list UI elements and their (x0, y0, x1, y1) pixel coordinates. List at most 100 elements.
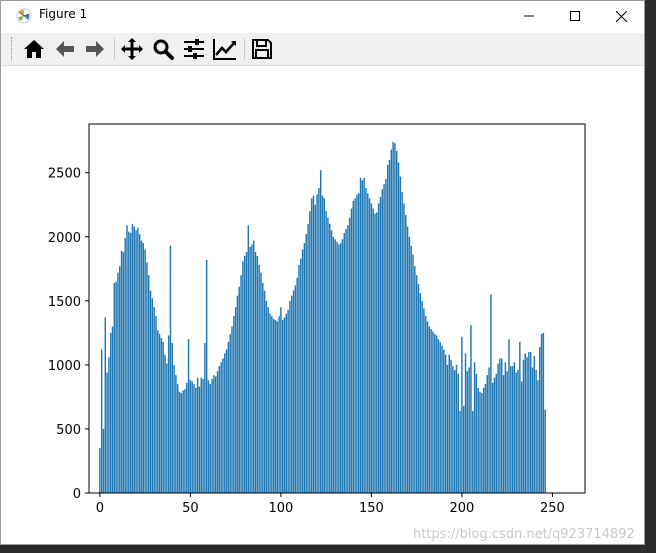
histogram-bar (517, 370, 519, 493)
histogram-bar (390, 149, 393, 494)
histogram-bar (520, 381, 523, 493)
histogram-bar (406, 226, 409, 493)
histogram-bar (493, 377, 496, 493)
forward-icon (86, 41, 104, 57)
histogram-bar (419, 293, 421, 494)
histogram-bar (128, 231, 130, 494)
histogram-bar (482, 387, 485, 493)
histogram-bar (435, 335, 438, 493)
histogram-bar (162, 341, 164, 493)
histogram-bar (370, 203, 373, 493)
histogram-bar (227, 341, 230, 493)
figure-canvas[interactable]: 0 50 100 150 200 250 0 500 1000 1500 2000 2500 (1, 66, 644, 544)
histogram-bar (510, 366, 512, 493)
histogram-bar (189, 380, 192, 493)
histogram-bar (242, 261, 244, 493)
edit-axis-button[interactable] (212, 36, 238, 62)
histogram-bar (437, 339, 440, 493)
histogram-bar (434, 334, 436, 494)
histogram-bar (466, 371, 469, 493)
histogram-bar (108, 357, 110, 493)
histogram-bar (329, 223, 331, 493)
back-button[interactable] (52, 36, 78, 62)
histogram-bar (157, 330, 159, 493)
histogram-bar (319, 170, 322, 494)
histogram-bar (405, 214, 407, 493)
histogram-bar (479, 391, 481, 493)
histogram-bar (196, 377, 199, 493)
histogram-bar (417, 284, 420, 493)
title-bar: Figure 1 (1, 1, 644, 31)
histogram-bar (260, 272, 262, 494)
save-button[interactable] (249, 36, 275, 62)
histogram-bar (372, 208, 374, 493)
histogram-bar (504, 362, 507, 493)
histogram-bar (446, 364, 449, 494)
histogram-bar (106, 372, 108, 493)
zoom-button[interactable] (150, 36, 176, 62)
histogram-bar (356, 194, 358, 493)
histogram-bar (528, 352, 530, 493)
histogram-bar (383, 184, 385, 493)
histogram-bar (392, 141, 394, 493)
histogram-bar (274, 320, 277, 493)
histogram-bar (385, 179, 387, 493)
configure-subplots-icon (184, 39, 204, 59)
histogram-bar (291, 295, 293, 493)
histogram-bar (160, 337, 163, 493)
histogram-bar (488, 367, 490, 493)
histogram-bar (213, 375, 215, 494)
maximize-button[interactable] (552, 1, 598, 31)
configure-subplots-button[interactable] (181, 36, 207, 62)
toolbar-separator (244, 38, 245, 60)
x-tick-label: 200 (449, 501, 474, 516)
y-tick-label: 1000 (48, 359, 81, 374)
histogram-bar (439, 341, 441, 493)
histogram-bar (289, 300, 291, 493)
histogram-bar (135, 230, 137, 493)
histogram-bar (287, 309, 289, 493)
histogram-bar (131, 223, 134, 493)
y-tick-label: 1500 (48, 295, 81, 310)
zoom-icon (153, 39, 174, 60)
histogram-bar (461, 336, 463, 493)
histogram-bar (142, 243, 145, 493)
histogram-bar (280, 307, 282, 493)
histogram-bar (167, 335, 170, 493)
histogram-bar (502, 375, 505, 494)
pan-button[interactable] (119, 36, 145, 62)
histogram-bar (386, 165, 389, 493)
histogram-bar (368, 198, 371, 493)
histogram-bar (376, 212, 378, 493)
histogram-bar (305, 234, 307, 493)
histogram-bar (171, 343, 173, 493)
home-icon (24, 40, 44, 58)
back-icon (56, 41, 74, 57)
forward-button[interactable] (82, 36, 108, 62)
histogram-bar (126, 225, 128, 493)
histogram-bar (363, 177, 365, 493)
histogram-bar (303, 243, 306, 493)
histogram-bar (513, 362, 516, 493)
histogram-bar (243, 255, 246, 493)
home-button[interactable] (21, 36, 47, 62)
histogram-bar (359, 177, 362, 493)
histogram-bar (182, 390, 184, 493)
minimize-icon (524, 15, 534, 17)
figure-window: Figure 1 0 50 100 150 200 250 0 500 1000… (0, 0, 645, 545)
histogram-bar (281, 320, 284, 493)
histogram-bar (506, 371, 508, 493)
histogram-bar (508, 339, 510, 493)
close-button[interactable] (598, 1, 644, 31)
histogram-bar (410, 245, 412, 493)
histogram-bar (401, 191, 403, 493)
y-tick-label: 500 (56, 423, 81, 438)
histogram-bar (537, 380, 539, 493)
histogram-bar (278, 316, 280, 493)
minimize-button[interactable] (506, 1, 552, 31)
histogram-bar (138, 234, 141, 493)
histogram-bar (117, 272, 119, 494)
histogram-bar (444, 354, 447, 494)
histogram-bar (211, 378, 213, 493)
histogram-bar (515, 372, 517, 493)
